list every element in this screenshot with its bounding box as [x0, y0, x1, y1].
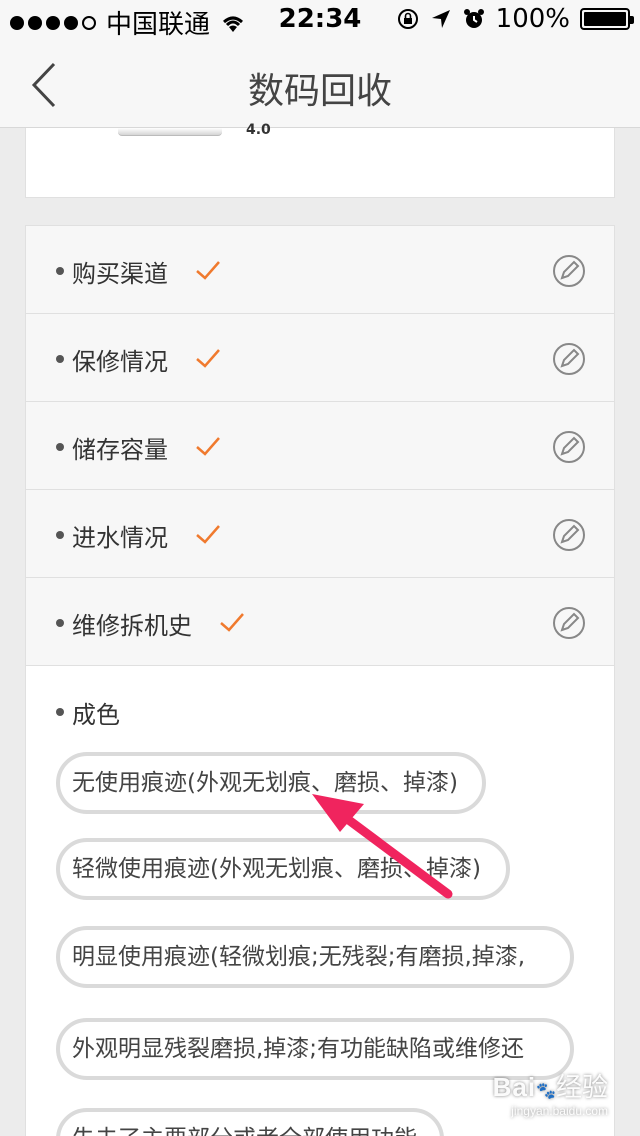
option-row-warranty[interactable]: 保修情况	[26, 314, 614, 402]
product-thumbnail	[118, 128, 222, 136]
baidu-jingyan-watermark: Bai🐾经验 jingyan.baidu.com	[492, 1072, 608, 1118]
edit-icon[interactable]	[552, 342, 586, 376]
condition-option-5[interactable]: 失去了主要部分或者全部使用功能	[56, 1108, 444, 1136]
bullet-dot	[56, 531, 64, 539]
condition-option-3[interactable]: 明显使用痕迹(轻微划痕;无残裂;有磨损,掉漆,	[56, 926, 574, 988]
option-label: 购买渠道	[72, 260, 168, 288]
product-card: 4.0	[25, 122, 615, 198]
option-label: 保修情况	[72, 348, 168, 376]
check-icon	[220, 613, 244, 632]
option-row-storage[interactable]: 储存容量	[26, 402, 614, 490]
option-label: 维修拆机史	[72, 612, 192, 640]
edit-icon[interactable]	[552, 430, 586, 464]
bullet-dot	[56, 355, 64, 363]
battery-percent: 100%	[495, 4, 570, 34]
evaluation-list: 购买渠道 保修情况 储存容量 进水情况 维修拆机史 成色 无使用痕迹(外观无划痕…	[25, 225, 615, 1136]
check-icon	[196, 525, 220, 544]
option-row-repair-history[interactable]: 维修拆机史	[26, 578, 614, 666]
option-row-water-damage[interactable]: 进水情况	[26, 490, 614, 578]
location-icon	[431, 10, 450, 28]
status-bar: 中国联通 22:34 100%	[0, 0, 640, 40]
check-icon	[196, 437, 220, 456]
navigation-bar: 数码回收	[0, 40, 640, 128]
option-row-purchase-channel[interactable]: 购买渠道	[26, 226, 614, 314]
edit-icon[interactable]	[552, 254, 586, 288]
paw-icon: 🐾	[536, 1083, 556, 1100]
bullet-dot	[56, 619, 64, 627]
condition-option-2[interactable]: 轻微使用痕迹(外观无划痕、磨损、掉漆)	[56, 838, 510, 900]
section-label: 成色	[72, 701, 120, 729]
bullet-dot	[56, 708, 64, 716]
option-label: 储存容量	[72, 436, 168, 464]
bullet-dot	[56, 267, 64, 275]
battery-icon	[580, 8, 634, 30]
product-info-text: 4.0	[246, 122, 271, 138]
edit-icon[interactable]	[552, 518, 586, 552]
rotation-lock-icon	[397, 9, 418, 29]
check-icon	[196, 261, 220, 280]
condition-option-1[interactable]: 无使用痕迹(外观无划痕、磨损、掉漆)	[56, 752, 486, 814]
edit-icon[interactable]	[552, 606, 586, 640]
check-icon	[196, 349, 220, 368]
page-title: 数码回收	[247, 71, 392, 112]
alarm-icon	[463, 9, 484, 28]
option-label: 进水情况	[72, 524, 168, 552]
bullet-dot	[56, 443, 64, 451]
